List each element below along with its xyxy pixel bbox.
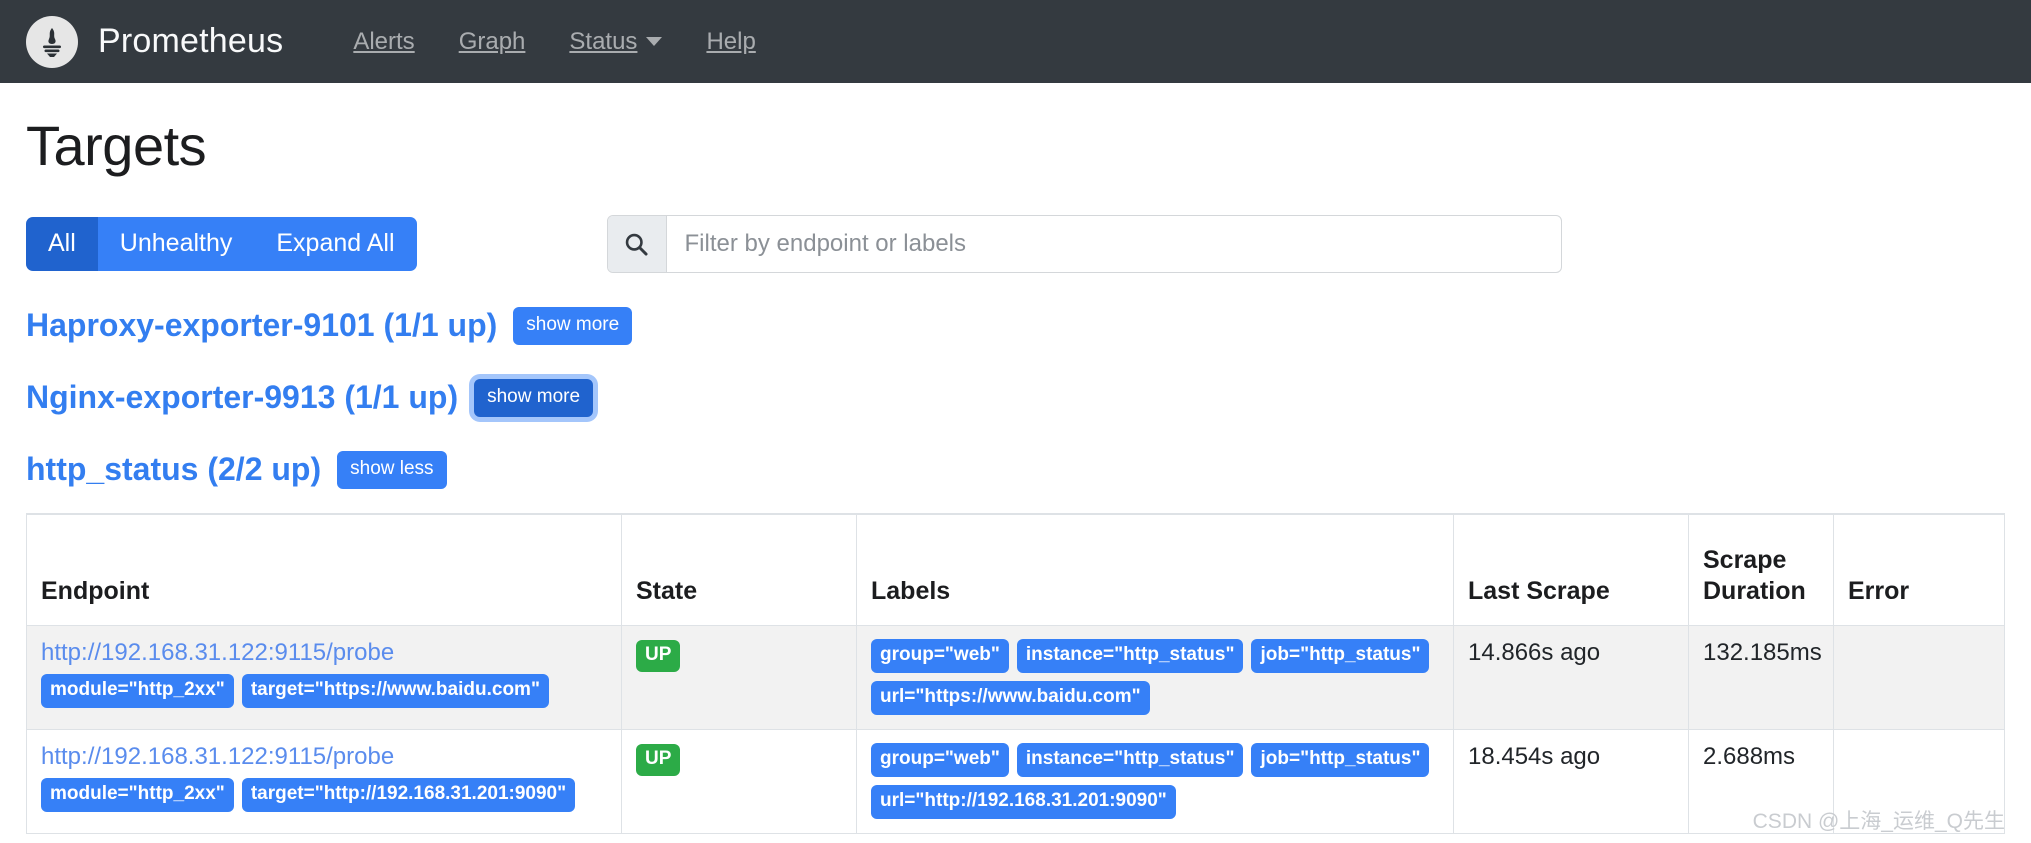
cell-error (1833, 625, 2005, 730)
expand-all-button[interactable]: Expand All (254, 217, 417, 271)
job-group-header: Nginx-exporter-9913 (1/1 up) show more (26, 378, 2005, 417)
toggle-details-button-haproxy[interactable]: show more (513, 307, 633, 345)
cell-labels: group="web" instance="http_status" job="… (856, 728, 1454, 834)
filter-unhealthy-button[interactable]: Unhealthy (97, 217, 255, 271)
endpoint-badge: target="https://www.baidu.com" (241, 674, 549, 708)
nav-link-graph[interactable]: Graph (437, 28, 548, 56)
search-icon (607, 216, 667, 272)
nav-link-graph-label: Graph (458, 27, 526, 55)
toggle-details-button-http-status[interactable]: show less (337, 450, 447, 489)
cell-state: UP (621, 728, 857, 834)
endpoint-badge: target="http://192.168.31.201:9090" (241, 777, 576, 812)
status-badge: UP (636, 640, 681, 672)
nav-link-help-label: Help (706, 27, 756, 55)
column-header-scrape-duration: Scrape Duration (1688, 512, 1834, 627)
table-header-row: Endpoint State Labels Last Scrape Scrape… (26, 512, 2005, 627)
cell-endpoint: http://192.168.31.122:9115/probe module=… (26, 728, 622, 834)
cell-scrape-duration: 2.688ms (1688, 728, 1834, 834)
job-group-header: Haproxy-exporter-9101 (1/1 up) show more (26, 307, 2005, 345)
label-badge: group="web" (871, 639, 1009, 673)
cell-labels: group="web" instance="http_status" job="… (856, 625, 1454, 730)
job-title-http-status[interactable]: http_status (2/2 up) (26, 451, 321, 488)
job-title-nginx-exporter-9913[interactable]: Nginx-exporter-9913 (1/1 up) (26, 379, 458, 416)
label-badges: group="web" instance="http_status" job="… (871, 742, 1439, 819)
nav-link-alerts[interactable]: Alerts (331, 28, 436, 56)
column-header-last-scrape: Last Scrape (1453, 512, 1689, 627)
label-badge: url="http://192.168.31.201:9090" (871, 784, 1176, 819)
column-header-state: State (621, 512, 857, 627)
brand-title[interactable]: Prometheus (98, 22, 283, 61)
endpoint-badge: module="http_2xx" (41, 674, 234, 708)
cell-state: UP (621, 625, 857, 730)
cell-last-scrape: 18.454s ago (1453, 728, 1689, 834)
endpoint-badges: module="http_2xx" target="https://www.ba… (41, 674, 607, 708)
endpoint-link[interactable]: http://192.168.31.122:9115/probe (41, 743, 394, 771)
endpoint-link[interactable]: http://192.168.31.122:9115/probe (41, 639, 394, 667)
toggle-details-button-nginx[interactable]: show more (474, 378, 594, 417)
endpoint-badge: module="http_2xx" (41, 777, 234, 812)
table-row: http://192.168.31.122:9115/probe module=… (26, 728, 2005, 834)
column-header-labels: Labels (856, 512, 1454, 627)
cell-error (1833, 728, 2005, 834)
column-header-endpoint: Endpoint (26, 512, 622, 627)
prometheus-logo-icon[interactable] (26, 15, 78, 68)
status-badge: UP (636, 743, 681, 776)
nav-links: Alerts Graph Status Help (331, 28, 777, 56)
filter-controls: All Unhealthy Expand All (26, 215, 2005, 273)
search-bar (606, 215, 1562, 273)
table-row: http://192.168.31.122:9115/probe module=… (26, 625, 2005, 730)
filter-all-button[interactable]: All (26, 217, 98, 271)
filter-button-group: All Unhealthy Expand All (26, 217, 417, 271)
label-badge: job="http_status" (1251, 742, 1430, 777)
nav-link-alerts-label: Alerts (353, 27, 415, 55)
chevron-down-icon (646, 37, 663, 46)
endpoint-badges: module="http_2xx" target="http://192.168… (41, 777, 607, 812)
label-badge: url="https://www.baidu.com" (871, 680, 1150, 715)
targets-table: Endpoint State Labels Last Scrape Scrape… (26, 512, 2005, 834)
label-badge: job="http_status" (1251, 639, 1430, 673)
nav-link-help[interactable]: Help (684, 28, 777, 56)
label-badge: instance="http_status" (1016, 742, 1244, 777)
job-title-haproxy-exporter-9101[interactable]: Haproxy-exporter-9101 (1/1 up) (26, 307, 497, 344)
cell-endpoint: http://192.168.31.122:9115/probe module=… (26, 625, 622, 730)
top-navbar: Prometheus Alerts Graph Status Help (0, 0, 2031, 83)
nav-link-status[interactable]: Status (547, 28, 684, 56)
page-title: Targets (26, 114, 207, 177)
nav-link-status-label: Status (569, 27, 638, 55)
search-input[interactable] (666, 216, 1561, 272)
column-header-error: Error (1833, 512, 2005, 627)
cell-last-scrape: 14.866s ago (1453, 625, 1689, 730)
label-badge: group="web" (871, 742, 1009, 777)
job-group-header: http_status (2/2 up) show less (26, 450, 2005, 489)
cell-scrape-duration: 132.185ms (1688, 625, 1834, 730)
label-badge: instance="http_status" (1016, 639, 1244, 673)
page-content: Targets All Unhealthy Expand All Haproxy… (0, 113, 2031, 834)
label-badges: group="web" instance="http_status" job="… (871, 639, 1439, 715)
